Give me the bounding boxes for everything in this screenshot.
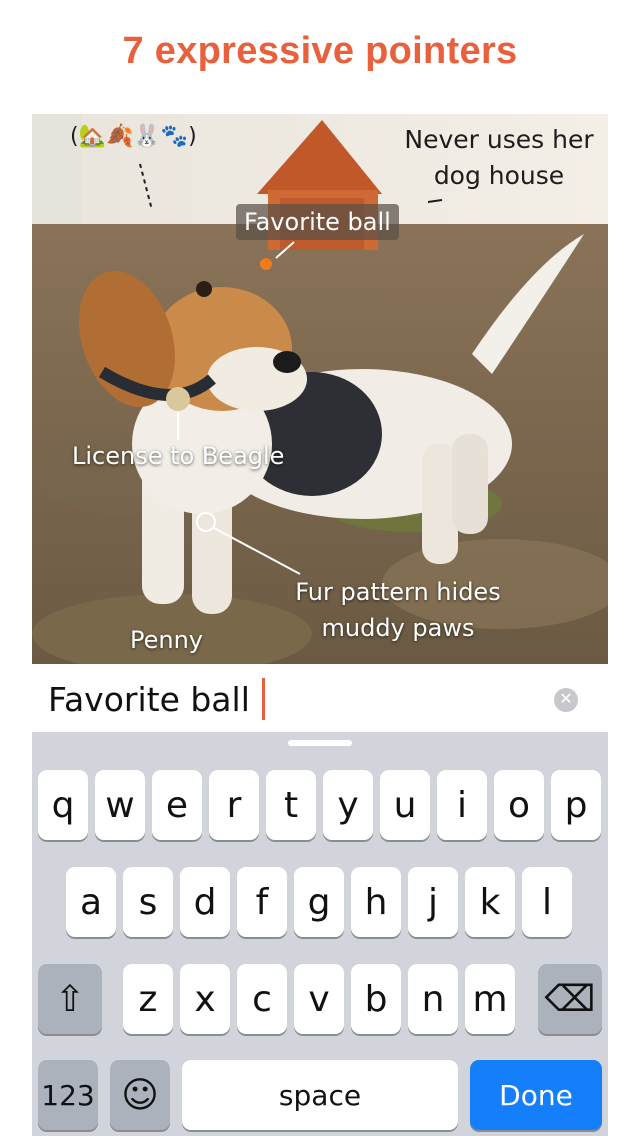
annotated-photo[interactable]: (🏡🍂🐰🐾) Never uses her dog house Favorite… [32,114,608,664]
key-w[interactable]: w [95,770,145,840]
key-h[interactable]: h [351,867,401,937]
annotation-fur-pattern[interactable]: Fur pattern hides muddy paws [288,574,508,646]
key-f[interactable]: f [237,867,287,937]
key-e[interactable]: e [152,770,202,840]
annotation-text-field[interactable]: Favorite ball ✕ [32,664,608,732]
key-g[interactable]: g [294,867,344,937]
key-m[interactable]: m [465,964,515,1034]
clear-text-icon[interactable]: ✕ [554,688,578,712]
key-j[interactable]: j [408,867,458,937]
key-t[interactable]: t [266,770,316,840]
shift-key[interactable]: ⇧ [38,964,102,1034]
headline: 7 expressive pointers [122,30,518,72]
key-r[interactable]: r [209,770,259,840]
annotation-dog-house[interactable]: Never uses her dog house [394,122,604,194]
space-key[interactable]: space [182,1060,458,1130]
text-field-value[interactable]: Favorite ball [48,678,265,720]
key-l[interactable]: l [522,867,572,937]
delete-key[interactable]: ⌫ [538,964,602,1034]
key-v[interactable]: v [294,964,344,1034]
text-field-text: Favorite ball [48,679,250,719]
key-u[interactable]: u [380,770,430,840]
key-i[interactable]: i [437,770,487,840]
annotation-license[interactable]: License to Beagle [72,442,284,470]
key-y[interactable]: y [323,770,373,840]
emoji-key[interactable]: ☺ [110,1060,170,1130]
key-a[interactable]: a [66,867,116,937]
keyboard: q w e r t y u i o p a s d f g h j k l ⇧ … [32,732,608,1136]
key-o[interactable]: o [494,770,544,840]
done-key[interactable]: Done [470,1060,602,1130]
device-screen: (🏡🍂🐰🐾) Never uses her dog house Favorite… [32,114,608,1136]
keyboard-handle[interactable] [288,740,352,746]
key-q[interactable]: q [38,770,88,840]
numbers-key[interactable]: 123 [38,1060,98,1130]
key-p[interactable]: p [551,770,601,840]
key-d[interactable]: d [180,867,230,937]
annotation-favorite-ball[interactable]: Favorite ball [236,204,399,240]
annotation-name[interactable]: Penny [130,626,203,654]
key-x[interactable]: x [180,964,230,1034]
annotation-emoji-row[interactable]: (🏡🍂🐰🐾) [70,124,197,149]
key-b[interactable]: b [351,964,401,1034]
key-z[interactable]: z [123,964,173,1034]
text-caret [261,678,265,720]
key-s[interactable]: s [123,867,173,937]
key-k[interactable]: k [465,867,515,937]
key-n[interactable]: n [408,964,458,1034]
key-c[interactable]: c [237,964,287,1034]
